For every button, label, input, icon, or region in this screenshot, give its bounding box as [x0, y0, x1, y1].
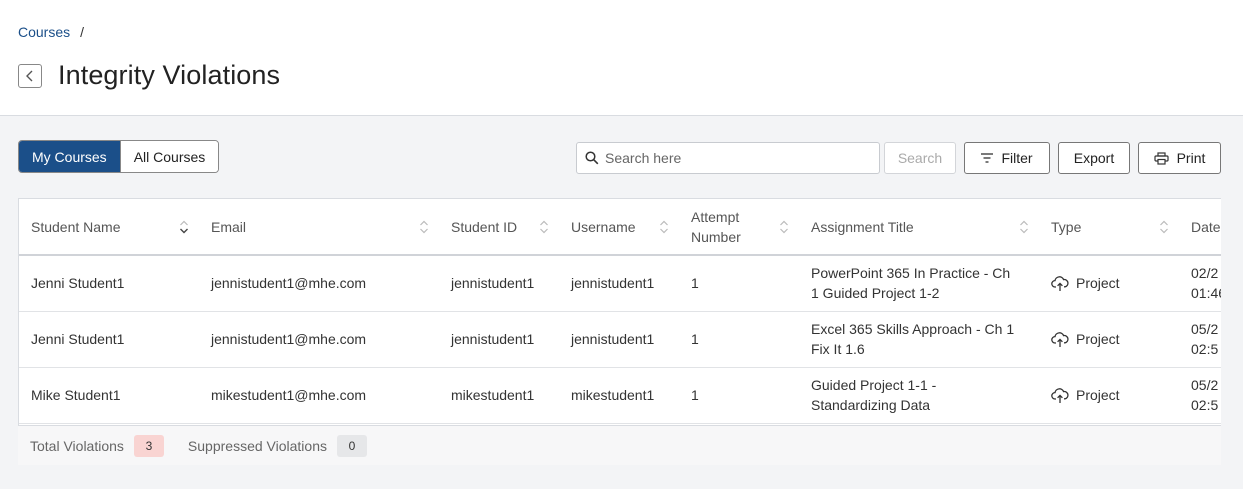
cell-username: jennistudent1	[559, 311, 679, 368]
cloud-upload-icon	[1051, 331, 1069, 347]
cell-username: mikestudent1	[559, 367, 679, 424]
cell-student-id: jennistudent1	[439, 311, 559, 368]
sort-icon	[180, 220, 188, 233]
cell-date: 05/2 02:5	[1179, 311, 1221, 368]
date-text: 02/2	[1191, 265, 1219, 282]
table-row[interactable]: Jenni Student1 jennistudent1@mhe.com jen…	[19, 311, 1221, 368]
filter-label: Filter	[1001, 150, 1033, 166]
back-button[interactable]	[18, 63, 42, 88]
cell-attempt: 1	[679, 311, 799, 368]
toolbar: My Courses All Courses Search Filter Exp…	[18, 140, 1221, 174]
column-header-student-id[interactable]: Student ID	[439, 199, 559, 256]
sort-icon	[420, 220, 428, 233]
cell-attempt: 1	[679, 367, 799, 424]
cell-type: Project	[1039, 367, 1179, 424]
breadcrumb-courses-link[interactable]: Courses	[18, 24, 70, 40]
sort-icon	[1160, 220, 1168, 233]
all-courses-button[interactable]: All Courses	[119, 141, 219, 172]
table-row[interactable]: Jenni Student1 jennistudent1@mhe.com jen…	[19, 255, 1221, 312]
print-label: Print	[1176, 150, 1206, 166]
cell-student-id: mikestudent1	[439, 367, 559, 424]
cell-student-name: Jenni Student1	[19, 255, 199, 312]
course-scope-toggle: My Courses All Courses	[18, 140, 220, 173]
cell-type: Project	[1039, 311, 1179, 368]
column-header-username[interactable]: Username	[559, 199, 679, 256]
search-icon	[585, 151, 599, 165]
column-header-student-name[interactable]: Student Name	[19, 199, 199, 256]
sort-icon	[1020, 220, 1028, 233]
date-text: 05/2	[1191, 377, 1219, 393]
column-header-assignment-title[interactable]: Assignment Title	[799, 199, 1039, 256]
cell-type: Project	[1039, 255, 1179, 312]
column-header-date[interactable]: Date	[1179, 199, 1221, 256]
total-violations-badge: 3	[133, 434, 164, 457]
column-header-attempt-number[interactable]: Attempt Number	[679, 199, 799, 256]
cell-date: 05/2 02:5	[1179, 367, 1221, 424]
violations-summary: Total Violations 3 Suppressed Violations…	[18, 426, 1221, 465]
sort-icon	[540, 220, 548, 233]
type-label: Project	[1076, 331, 1120, 347]
suppressed-violations-label: Suppressed Violations	[187, 437, 327, 454]
my-courses-button[interactable]: My Courses	[19, 141, 120, 172]
cell-assignment-title: PowerPoint 365 In Practice - Ch 1 Guided…	[799, 255, 1039, 312]
cell-username: jennistudent1	[559, 255, 679, 312]
cell-email: jennistudent1@mhe.com	[199, 255, 439, 312]
column-header-email[interactable]: Email	[199, 199, 439, 256]
filter-icon	[981, 153, 994, 163]
search-button[interactable]: Search	[884, 142, 956, 174]
cell-email: jennistudent1@mhe.com	[199, 311, 439, 368]
cell-student-name: Jenni Student1	[19, 311, 199, 368]
cloud-upload-icon	[1051, 387, 1069, 403]
violations-table: Student Name Email Student ID Username A…	[19, 199, 1221, 424]
breadcrumb-separator: /	[80, 24, 85, 40]
table-header-row: Student Name Email Student ID Username A…	[19, 199, 1221, 256]
cell-attempt: 1	[679, 255, 799, 312]
suppressed-violations-badge: 0	[336, 434, 367, 457]
date-text: 05/2	[1191, 321, 1219, 337]
cell-date: 02/2 01:46	[1179, 255, 1221, 312]
cloud-upload-icon	[1051, 275, 1069, 291]
time-text: 01:46	[1191, 285, 1221, 302]
search-input[interactable]	[605, 150, 865, 166]
page-title: Integrity Violations	[58, 60, 281, 90]
type-label: Project	[1076, 387, 1120, 403]
cell-student-id: jennistudent1	[439, 255, 559, 312]
chevron-left-icon	[26, 70, 33, 81]
search-box	[576, 142, 880, 174]
cell-email: mikestudent1@mhe.com	[199, 367, 439, 424]
printer-icon	[1153, 151, 1169, 165]
total-violations-label: Total Violations	[30, 437, 124, 454]
print-button[interactable]: Print	[1138, 142, 1221, 174]
type-label: Project	[1076, 275, 1120, 292]
export-button[interactable]: Export	[1058, 142, 1130, 174]
sort-icon	[660, 220, 668, 233]
time-text: 02:5	[1191, 397, 1219, 413]
column-header-type[interactable]: Type	[1039, 199, 1179, 256]
table-row[interactable]: Mike Student1 mikestudent1@mhe.com mikes…	[19, 367, 1221, 424]
time-text: 02:5	[1191, 341, 1219, 357]
cell-assignment-title: Guided Project 1-1 - Standardizing Data	[799, 367, 1039, 424]
cell-assignment-title: Excel 365 Skills Approach - Ch 1 Fix It …	[799, 311, 1039, 368]
sort-icon	[780, 220, 788, 233]
page-header: Courses / Integrity Violations	[0, 0, 1243, 116]
cell-student-name: Mike Student1	[19, 367, 199, 424]
filter-button[interactable]: Filter	[964, 142, 1050, 174]
breadcrumb: Courses /	[18, 24, 84, 40]
violations-table-container[interactable]: Student Name Email Student ID Username A…	[18, 198, 1221, 426]
